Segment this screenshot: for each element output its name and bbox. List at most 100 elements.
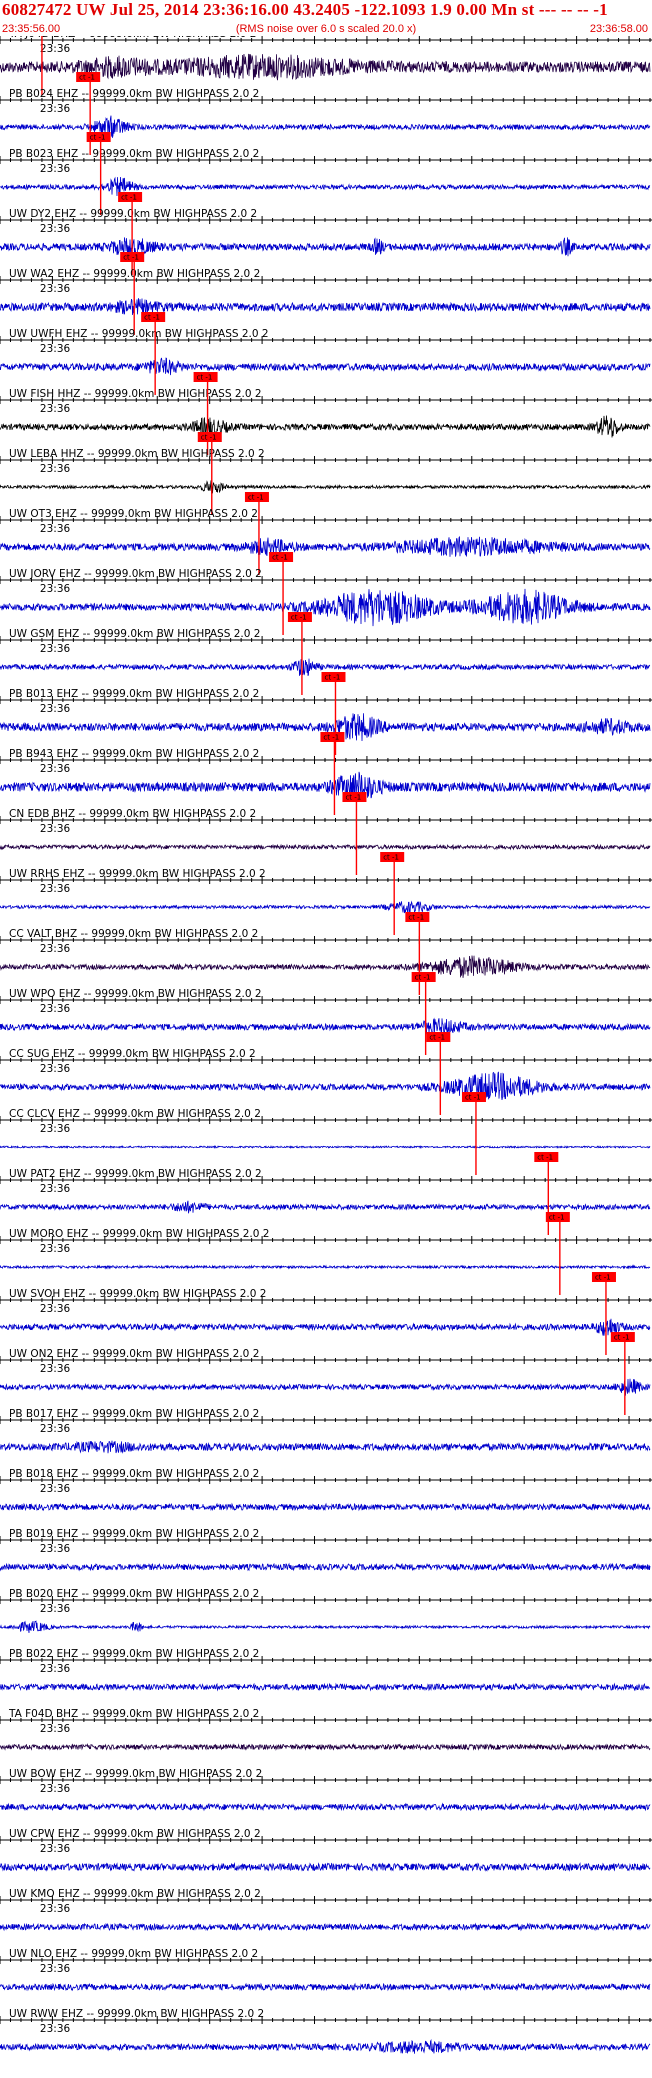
tick-label: 23:36 — [40, 1243, 71, 1255]
tick-label: 23:36 — [40, 1063, 71, 1075]
tick-label: 23:36 — [40, 1663, 71, 1675]
tick-label: 23:36 — [40, 1423, 71, 1435]
event-title: 60827472 UW Jul 25, 2014 23:36:16.00 43.… — [2, 0, 608, 19]
rms-noise-note: (RMS noise over 6.0 s scaled 20.0 x) — [235, 23, 417, 35]
station-label: UW RWW EHZ -- 99999.0km BW HIGHPASS 2.0 … — [9, 2008, 264, 2020]
pick-label: ct -1 — [408, 914, 424, 922]
pick-label: ct -1 — [79, 74, 95, 82]
waveform-trace — [0, 1071, 651, 1100]
pick-label: ct -1 — [323, 734, 339, 742]
tick-label: 23:36 — [40, 1783, 71, 1795]
pick-label: ct -1 — [324, 674, 340, 682]
waveform-trace — [0, 176, 651, 197]
tick-label: 23:36 — [40, 43, 71, 55]
pick-label: ct -1 — [345, 794, 361, 802]
waveform-trace — [0, 357, 651, 376]
tick-label: 23:36 — [40, 1543, 71, 1555]
waveform-trace — [0, 1620, 651, 1634]
waveform-trace — [0, 535, 651, 557]
waveform-trace — [0, 1144, 651, 1150]
waveform-trace — [0, 1802, 651, 1812]
waveform-trace — [0, 588, 651, 627]
station-label: UW UWFH EHZ -- 99999.0km BW HIGHPASS 2.0… — [9, 328, 269, 340]
tick-label: 23:36 — [40, 403, 71, 415]
pick-label: ct -1 — [595, 1274, 611, 1282]
seismogram-plot: 23:36 TA J04D BHZ -- 99999.0km BW HIGHPAS… — [0, 36, 652, 2054]
tick-label: 23:36 — [40, 583, 71, 595]
tick-label: 23:36 — [40, 883, 71, 895]
tick-label: 23:36 — [40, 1123, 71, 1135]
waveform-trace — [0, 843, 651, 851]
pick-label: ct -1 — [123, 254, 139, 262]
station-label: UW WPO EHZ -- 99999.0km BW HIGHPASS 2.0 … — [9, 988, 262, 1000]
waveform-trace — [0, 1502, 651, 1512]
waveform-trace — [0, 1562, 651, 1572]
pick-label: ct -1 — [614, 1334, 630, 1342]
tick-label: 23:36 — [40, 103, 71, 115]
tick-label: 23:36 — [40, 703, 71, 715]
station-label: PB B018 EHZ -- 99999.0km BW HIGHPASS 2.0… — [9, 1468, 259, 1480]
station-label: UW FISH HHZ -- 99999.0km BW HIGHPASS 2.0… — [9, 388, 262, 400]
tick-label: 23:36 — [40, 1903, 71, 1915]
tick-label: 23:36 — [40, 1843, 71, 1855]
station-label: PB B013 EHZ -- 99999.0km BW HIGHPASS 2.0… — [9, 688, 259, 700]
waveform-trace — [0, 955, 651, 978]
tick-label: 23:36 — [40, 163, 71, 175]
station-label: UW PAT2 EHZ -- 99999.0km BW HIGHPASS 2.0… — [9, 1168, 262, 1180]
tick-label: 23:36 — [40, 283, 71, 295]
pick-label: ct -1 — [465, 1094, 481, 1102]
waveform-trace — [0, 1982, 651, 1992]
station-label: UW LEBA HHZ -- 99999.0km BW HIGHPASS 2.0… — [9, 448, 265, 460]
station-label: UW SVOH EHZ -- 99999.0km BW HIGHPASS 2.0… — [9, 1288, 266, 1300]
pick-label: ct -1 — [291, 614, 307, 622]
waveform-trace — [0, 1862, 651, 1872]
pick-label: ct -1 — [272, 554, 288, 562]
station-label: PB B022 EHZ -- 99999.0km BW HIGHPASS 2.0… — [9, 1648, 259, 1660]
station-label: UW OT3 EHZ -- 99999.0km BW HIGHPASS 2.0 … — [9, 508, 258, 520]
station-label: UW DY2 EHZ -- 99999.0km BW HIGHPASS 2.0 … — [9, 208, 257, 220]
pick-label: ct -1 — [248, 494, 264, 502]
station-label: TA J04D BHZ -- 99999.0km BW HIGHPASS 2.0… — [8, 36, 256, 40]
waveform-trace — [0, 480, 651, 494]
station-label: UW ON2 EHZ -- 99999.0km BW HIGHPASS 2.0 … — [9, 1348, 259, 1360]
station-label: UW NLO EHZ -- 99999.0km BW HIGHPASS 2.0 … — [9, 1948, 258, 1960]
station-label: CC VALT BHZ -- 99999.0km BW HIGHPASS 2.0… — [9, 928, 258, 940]
station-label: UW BOW EHZ -- 99999.0km BW HIGHPASS 2.0 … — [9, 1768, 262, 1780]
pick-label: ct -1 — [201, 434, 217, 442]
waveform-trace — [0, 237, 651, 259]
waveform-trace — [0, 1378, 651, 1396]
station-label: UW MORO EHZ -- 99999.0km BW HIGHPASS 2.0… — [9, 1228, 269, 1240]
station-label: PB B017 EHZ -- 99999.0km BW HIGHPASS 2.0… — [9, 1408, 259, 1420]
station-label: CC SUG EHZ -- 99999.0km BW HIGHPASS 2.0 … — [9, 1048, 256, 1060]
waveform-trace — [0, 900, 651, 915]
station-label: UW CPW EHZ -- 99999.0km BW HIGHPASS 2.0 … — [9, 1828, 261, 1840]
station-label: PB B024 EHZ -- 99999.0km BW HIGHPASS 2.0… — [9, 88, 259, 100]
tick-label: 23:36 — [40, 523, 71, 535]
station-label: TA F04D BHZ -- 99999.0km BW HIGHPASS 2.0… — [8, 1708, 259, 1720]
station-label: PB B943 EHZ -- 99999.0km BW HIGHPASS 2.0… — [9, 748, 259, 760]
tick-label: 23:36 — [40, 1363, 71, 1375]
pick-label: ct -1 — [144, 314, 160, 322]
end-time: 23:36:58.00 — [589, 23, 648, 35]
waveform-trace — [0, 1017, 651, 1036]
waveform-trace — [0, 1200, 651, 1214]
header: 60827472 UW Jul 25, 2014 23:36:16.00 43.… — [0, 0, 652, 40]
station-label: CN EDB BHZ -- 99999.0km BW HIGHPASS 2.0 … — [9, 808, 256, 820]
waveform-trace — [0, 298, 651, 316]
station-label: PB B020 EHZ -- 99999.0km BW HIGHPASS 2.0… — [9, 1588, 259, 1600]
pick-label: ct -1 — [415, 974, 431, 982]
tick-label: 23:36 — [40, 1483, 71, 1495]
pick-label: ct -1 — [429, 1034, 445, 1042]
station-label: CC CLCV EHZ -- 99999.0km BW HIGHPASS 2.0… — [9, 1108, 261, 1120]
pick-label: ct -1 — [383, 854, 399, 862]
pick-label: ct -1 — [121, 194, 137, 202]
waveform-trace — [0, 1682, 651, 1692]
waveform-trace — [0, 415, 651, 438]
pick-label: ct -1 — [549, 1214, 565, 1222]
waveform-trace — [0, 1742, 651, 1751]
pick-label: ct -1 — [537, 1154, 553, 1162]
station-label: PB B023 EHZ -- 99999.0km BW HIGHPASS 2.0… — [9, 148, 259, 160]
tick-label: 23:36 — [40, 1003, 71, 1015]
tick-label: 23:36 — [40, 1303, 71, 1315]
waveform-trace — [0, 1264, 651, 1270]
